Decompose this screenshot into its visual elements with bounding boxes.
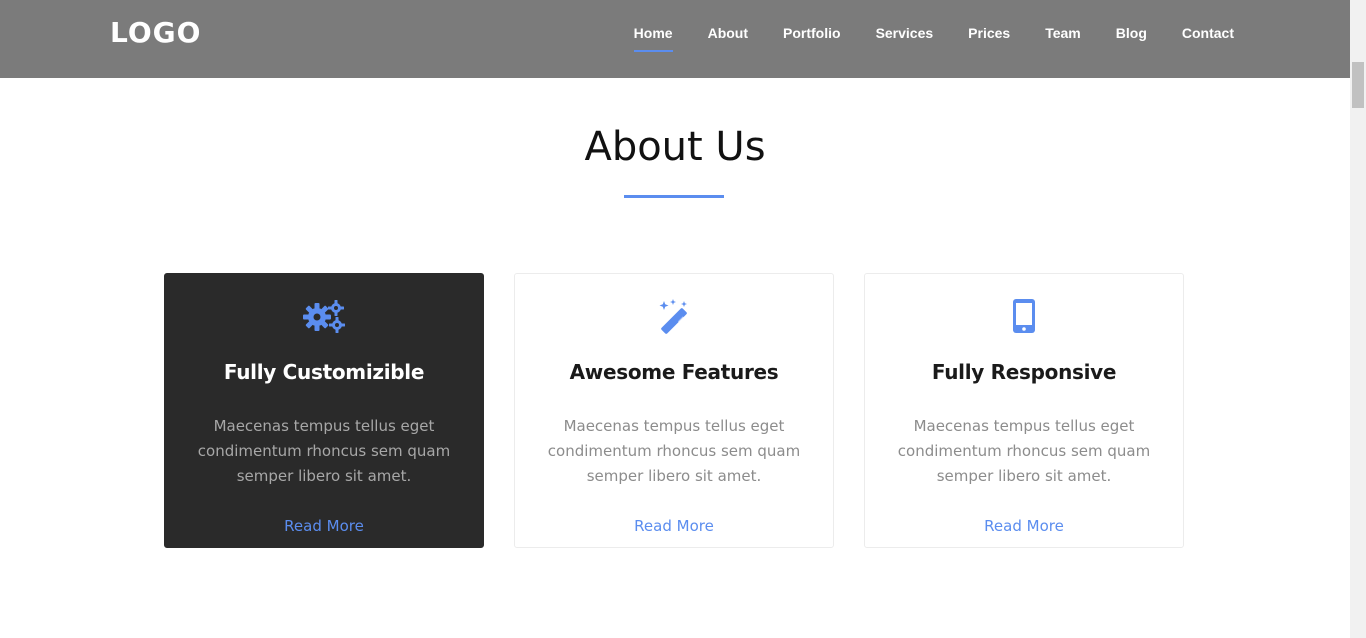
logo[interactable]: LOGO (110, 16, 201, 49)
gears-icon (165, 298, 483, 334)
read-more-link[interactable]: Read More (865, 517, 1183, 535)
card-title: Awesome Features (569, 360, 779, 384)
card-text: Maecenas tempus tellus eget condimentum … (197, 417, 451, 485)
scrollbar[interactable] (1350, 0, 1366, 638)
feature-card-responsive: Fully Responsive Maecenas tempus tellus … (864, 273, 1184, 548)
card-title: Fully Customizible (223, 360, 425, 384)
main-nav: Home About Portfolio Services Prices Tea… (633, 25, 1234, 52)
scrollbar-thumb[interactable] (1352, 62, 1364, 108)
card-text: Maecenas tempus tellus eget condimentum … (897, 417, 1151, 485)
nav-blog[interactable]: Blog (1116, 25, 1147, 47)
page: LOGO Home About Portfolio Services Price… (0, 0, 1366, 638)
section-title: About Us (584, 124, 766, 170)
nav-about[interactable]: About (708, 25, 748, 47)
magic-wand-icon (515, 298, 833, 334)
site-header: LOGO Home About Portfolio Services Price… (0, 0, 1350, 78)
mobile-phone-icon (865, 298, 1183, 334)
feature-card-customizable: Fully Customizible Maecenas tempus tellu… (164, 273, 484, 548)
title-underline (624, 195, 724, 198)
card-text: Maecenas tempus tellus eget condimentum … (547, 417, 801, 485)
read-more-link[interactable]: Read More (515, 517, 833, 535)
feature-card-features: Awesome Features Maecenas tempus tellus … (514, 273, 834, 548)
nav-team[interactable]: Team (1045, 25, 1081, 47)
read-more-link[interactable]: Read More (165, 517, 483, 535)
nav-services[interactable]: Services (876, 25, 934, 47)
nav-prices[interactable]: Prices (968, 25, 1010, 47)
nav-portfolio[interactable]: Portfolio (783, 25, 841, 47)
card-title: Fully Responsive (931, 360, 1117, 384)
nav-home[interactable]: Home (633, 25, 673, 52)
feature-cards: Fully Customizible Maecenas tempus tellu… (164, 273, 1184, 548)
nav-contact[interactable]: Contact (1182, 25, 1234, 47)
